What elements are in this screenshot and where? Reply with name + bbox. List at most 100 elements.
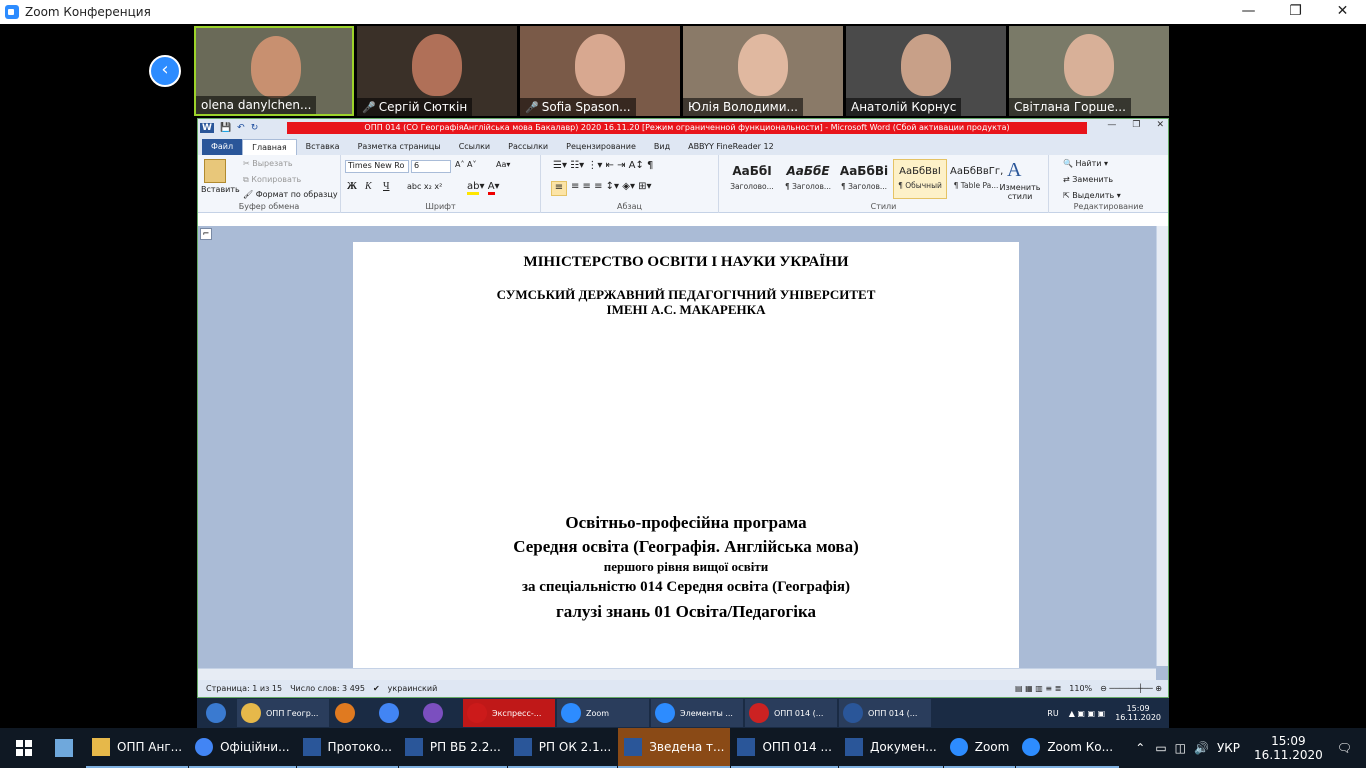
participant-video[interactable]: olena danylchen... [194,26,354,116]
word-count[interactable]: Число слов: 3 495 [290,684,365,693]
ribbon-tab[interactable]: Ссылки [450,139,499,155]
ribbon-tab[interactable]: ABBYY FineReader 12 [679,139,783,155]
tray-chevron-icon[interactable]: ⌃ [1135,741,1145,755]
change-styles-button[interactable]: Изменить стили [995,183,1045,201]
redo-icon[interactable]: ↻ [251,123,259,133]
network-icon[interactable]: ▭ [1155,741,1166,755]
align-left-button[interactable]: ≡ [551,181,567,196]
view-buttons[interactable]: ▤ ▦ ▥ ≡ ≣ [1015,684,1061,693]
taskbar-item[interactable]: РП ОК 2.1... [507,728,618,768]
word-minimize-button[interactable]: — [1107,120,1116,130]
taskbar-item[interactable]: ОПП 014 ... [731,728,838,768]
style-item[interactable]: АаБбЕ ¶ Заголов... [781,159,835,199]
remote-taskbar-item[interactable]: ОПП 014 (... [839,699,931,727]
bold-button[interactable]: Ж [347,181,357,192]
taskbar-item[interactable]: Докумен... [838,728,943,768]
power-icon[interactable]: ◫ [1175,741,1186,755]
highlight-button[interactable]: ab▾ A▾ [467,181,500,195]
select-button[interactable]: ⇱ Выделить ▾ [1063,191,1121,200]
taskbar-item[interactable]: Офіційни... [189,728,296,768]
style-item[interactable]: АаБбВвІ ¶ Обычный [893,159,947,199]
remote-taskbar-item[interactable]: Элементы ... [651,699,743,727]
style-item[interactable]: АаБбІ Заголово... [725,159,779,199]
spellcheck-icon[interactable]: ✔ [373,684,380,693]
horizontal-scrollbar[interactable] [198,668,1156,680]
taskbar-label: Zoom [974,740,1010,754]
page-count[interactable]: Страница: 1 из 15 [206,684,282,693]
participant-video[interactable]: Анатолій Корнус [846,26,1006,116]
participant-face [901,34,951,96]
volume-icon[interactable]: 🔊 [1194,741,1209,755]
remote-taskbar-item[interactable]: ОПП Геогр... [237,699,329,727]
ribbon-tab[interactable]: Вид [645,139,679,155]
participant-video[interactable]: 🎤 Sofia Spason... [520,26,680,116]
italic-button[interactable]: К [365,181,372,192]
grow-font-button[interactable]: A˄ A˅ [455,160,477,169]
remote-taskbar-item[interactable]: ОПП 014 (... [745,699,837,727]
undo-icon[interactable]: ↶ [237,123,245,133]
remote-tray-icons[interactable]: ▲ ▣ ▣ ▣ [1069,709,1105,718]
tab-selector[interactable]: ⌐ [200,228,212,240]
ribbon-tab[interactable]: Разметка страницы [349,139,450,155]
remote-taskbar-item[interactable]: Экспресс-... [463,699,555,727]
language-indicator[interactable]: украинский [388,684,438,693]
find-button[interactable]: 🔍 Найти ▾ [1063,159,1108,168]
style-preview: АаБбІ [732,164,772,178]
ribbon-tab[interactable]: Рассылки [499,139,557,155]
ribbon-tab[interactable]: Вставка [297,139,349,155]
participant-video[interactable]: 🎤 Сергій Сюткін [357,26,517,116]
save-icon[interactable]: 💾 [220,123,231,133]
remote-taskbar-item[interactable] [331,699,373,727]
zoom-level[interactable]: 110% [1069,684,1092,693]
taskbar-label: РП ВБ 2.2... [429,740,501,754]
maximize-button[interactable]: ❐ [1272,0,1319,24]
taskbar-item[interactable]: РП ВБ 2.2... [398,728,507,768]
remote-tray: RU ▲ ▣ ▣ ▣ 15:09 16.11.2020 [1047,704,1161,722]
input-language[interactable]: УКР [1217,741,1240,755]
format-painter-button[interactable]: 🖌 Формат по образцу [243,190,338,199]
participant-video[interactable]: Юлія Володими... [683,26,843,116]
ribbon-tab[interactable]: Файл [202,139,243,155]
taskbar-item[interactable] [49,728,85,768]
underline-button[interactable]: Ч [383,181,390,192]
taskbar-item[interactable]: Протоко... [296,728,398,768]
minimize-button[interactable]: — [1225,0,1272,24]
remote-taskbar-item[interactable] [419,699,461,727]
replace-button[interactable]: ⇄ Заменить [1063,175,1113,184]
participant-video[interactable]: Світлана Горше... [1009,26,1169,116]
taskbar-item[interactable]: Зведена т... [618,728,731,768]
taskbar-item[interactable]: Zoom [943,728,1016,768]
taskbar-item[interactable]: ОПП Анг... [86,728,189,768]
remote-lang[interactable]: RU [1047,709,1058,718]
remote-taskbar-item[interactable]: Zoom [557,699,649,727]
paste-icon[interactable] [204,159,226,183]
ribbon-tab[interactable]: Рецензирование [557,139,645,155]
word-close-button[interactable]: ✕ [1156,120,1164,130]
paste-button[interactable]: Вставить [201,185,240,194]
zoom-slider[interactable]: ⊖ ──────┼── ⊕ [1100,684,1162,693]
notifications-icon[interactable]: 🗨 [1337,741,1352,755]
ribbon-tab[interactable]: Главная [242,139,297,155]
change-case-button[interactable]: Aa▾ [496,160,510,169]
participant-name: Юлія Володими... [683,98,803,116]
font-name-select[interactable]: Times New Ro [345,160,409,173]
remote-taskbar-label: ОПП 014 (... [868,708,918,718]
copy-button[interactable]: ⧉ Копировать [243,175,301,185]
taskbar-item[interactable]: Zoom Ко... [1016,728,1120,768]
change-styles-icon[interactable]: A [1007,159,1021,182]
start-button[interactable] [0,728,48,768]
font-size-select[interactable]: 6 [411,160,451,173]
cut-button[interactable]: ✂ Вырезать [243,159,293,168]
remote-start-button[interactable] [197,699,235,727]
close-button[interactable]: ✕ [1319,0,1366,24]
align-buttons[interactable]: ≡ ≡ ≡ ↕▾ ◈▾ ⊞▾ [571,181,652,192]
bullets-button[interactable]: ☰▾ ☷▾ ⋮▾ ⇤ ⇥ A↕ ¶ [553,160,653,171]
style-item[interactable]: АаБбВі ¶ Заголов... [837,159,891,199]
strikethrough-button[interactable]: abc x₂ x² [407,182,442,191]
previous-page-button[interactable]: ‹ [149,55,181,87]
clock[interactable]: 15:09 16.11.2020 [1254,734,1323,762]
document-page[interactable]: МІНІСТЕРСТВО ОСВІТИ І НАУКИ УКРАЇНИ СУМС… [353,242,1019,680]
remote-taskbar-item[interactable] [375,699,417,727]
vertical-scrollbar[interactable] [1156,226,1168,666]
word-restore-button[interactable]: ❐ [1132,120,1140,130]
